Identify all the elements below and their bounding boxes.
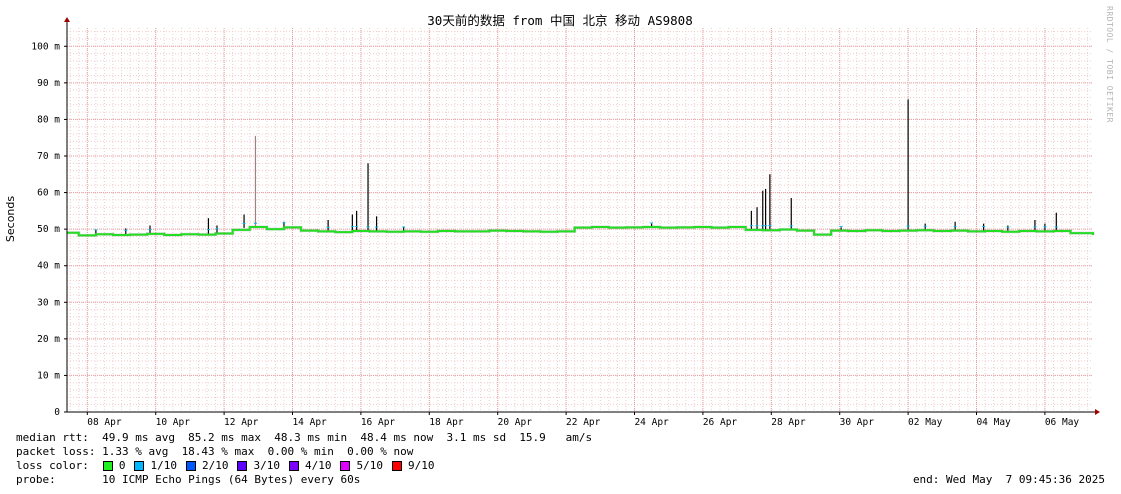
legend-item-label: 9/10 [407, 459, 435, 472]
legend-item: 2/10 [185, 459, 229, 472]
x-tick-label: 30 Apr [840, 417, 875, 428]
x-tick-label: 10 Apr [156, 417, 191, 428]
y-tick-label: 100 m [31, 41, 60, 52]
legend-item: 4/10 [288, 459, 332, 472]
loss-color-legend: loss color: 0 1/10 2/10 3/10 4/10 5/10 9/10 [16, 459, 443, 472]
x-tick-labels: 08 Apr 10 Apr 12 Apr 14 Apr 16 Apr 18 Apr 20 A… [86, 412, 1080, 428]
x-tick-label: 22 Apr [566, 417, 601, 428]
y-tick-label: 10 m [37, 370, 60, 381]
y-tick-label: 0 [54, 407, 60, 418]
x-tick-label: 18 Apr [429, 417, 464, 428]
legend-swatch [185, 460, 196, 471]
legend-items: 0 1/10 2/10 3/10 4/10 5/10 9/10 [102, 459, 444, 472]
y-tick-label: 70 m [37, 151, 60, 162]
rrdtool-credit: RRDTOOL / TOBI OETIKER [1105, 6, 1114, 123]
y-tick-label: 50 m [37, 224, 60, 235]
y-tick-label: 40 m [37, 261, 60, 272]
legend-item-label: 4/10 [304, 459, 332, 472]
legend-swatch [134, 460, 145, 471]
y-axis-label: Seconds [4, 196, 17, 242]
median-rtt-stats: median rtt: 49.9 ms avg 85.2 ms max 48.3… [16, 431, 593, 444]
median-line [67, 225, 1094, 237]
x-tick-label: 08 Apr [87, 417, 122, 428]
x-tick-label: 04 May [976, 417, 1011, 428]
x-tick-label: 26 Apr [703, 417, 738, 428]
x-tick-label: 16 Apr [361, 417, 396, 428]
y-tick-label: 80 m [37, 114, 60, 125]
legend-item-label: 3/10 [253, 459, 280, 472]
legend-swatch [237, 460, 248, 471]
y-tick-label: 20 m [37, 334, 60, 345]
legend-item-label: 5/10 [356, 459, 383, 472]
y-axis-arrow [64, 17, 70, 22]
chart-grid [67, 28, 1093, 413]
y-tick-label: 90 m [37, 78, 60, 89]
legend-item-label: 0 [118, 459, 126, 472]
legend-item: 5/10 [340, 459, 383, 472]
legend-swatch [102, 460, 113, 471]
x-tick-label: 24 Apr [634, 417, 669, 428]
packet-loss-stats: packet loss: 1.33 % avg 18.43 % max 0.00… [16, 445, 414, 458]
x-tick-label: 06 May [1045, 417, 1080, 428]
x-tick-label: 12 Apr [224, 417, 259, 428]
legend-label: loss color: [16, 459, 89, 472]
x-tick-label: 20 Apr [498, 417, 533, 428]
legend-item: 3/10 [237, 459, 280, 472]
legend-item: 9/10 [391, 459, 435, 472]
chart-title: 30天前的数据 from 中国 北京 移动 AS9808 [427, 13, 692, 28]
y-tick-labels: 0 10 m 20 m 30 m 40 m 50 m 60 m 70 m 80 m 90 m 100… [31, 41, 67, 418]
y-tick-label: 30 m [37, 297, 60, 308]
legend-swatch [288, 460, 299, 471]
x-tick-label: 02 May [908, 417, 943, 428]
end-timestamp: end: Wed May 7 09:45:36 2025 [912, 473, 1105, 486]
chart-axes [64, 17, 1100, 415]
legend-swatch [391, 460, 402, 471]
x-tick-label: 28 Apr [771, 417, 806, 428]
legend-item-label: 2/10 [201, 459, 229, 472]
latency-chart: 0 10 m 20 m 30 m 40 m 50 m 60 m 70 m 80 m 90 m 100… [4, 13, 1100, 428]
probe-info: probe: 10 ICMP Echo Pings (64 Bytes) eve… [16, 473, 361, 486]
legend-item: 0 [102, 459, 126, 472]
legend-item-label: 1/10 [150, 459, 177, 472]
legend-swatch [340, 460, 351, 471]
median-series [67, 225, 1095, 237]
legend-item: 1/10 [134, 459, 177, 472]
x-axis-arrow [1095, 409, 1100, 415]
y-tick-label: 60 m [37, 188, 60, 199]
x-tick-label: 14 Apr [292, 417, 327, 428]
